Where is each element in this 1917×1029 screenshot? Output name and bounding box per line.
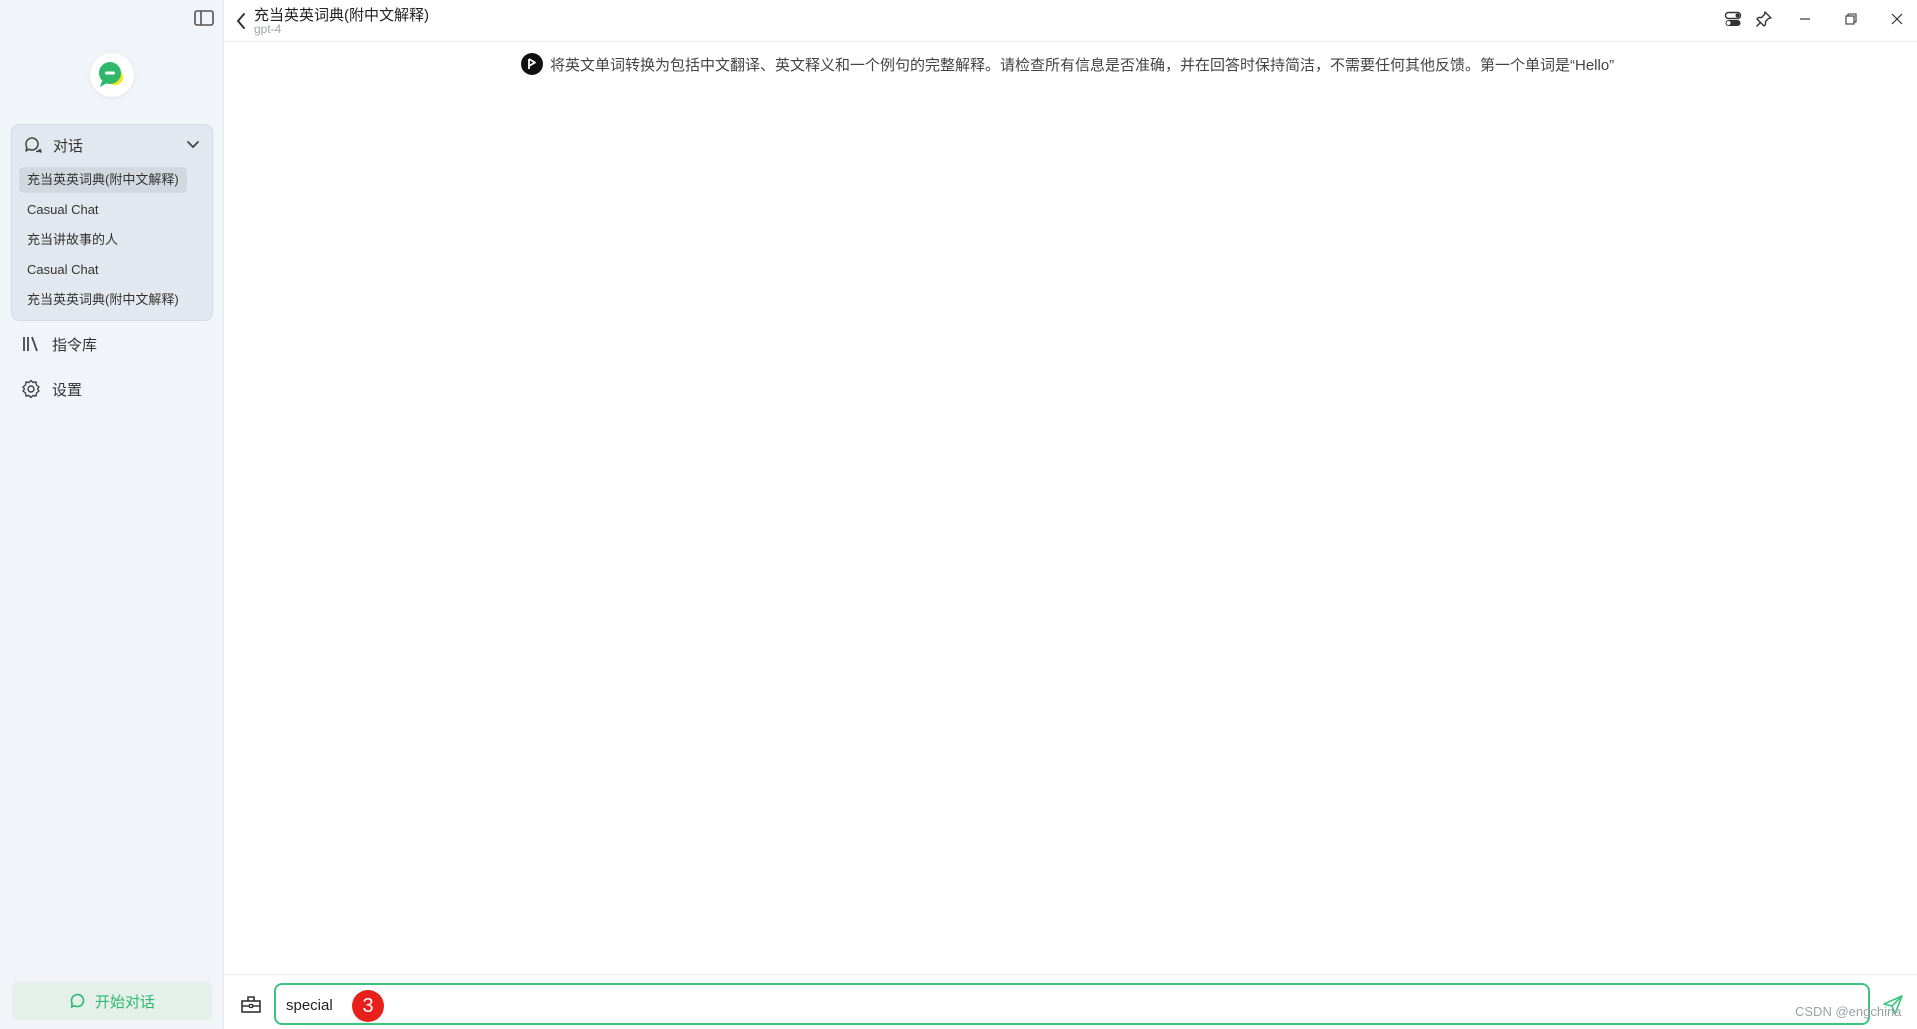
pin-button[interactable] [1751, 8, 1777, 30]
conversation-item[interactable]: Casual Chat [19, 197, 107, 223]
conversation-list: 充当英英词典(附中文解释) Casual Chat 充当讲故事的人 Casual… [12, 167, 212, 317]
annotation-badge: 3 [352, 990, 384, 1022]
sidebar-toggle-icon [194, 10, 214, 26]
toolbox-button[interactable] [239, 992, 263, 1016]
sidebar-item-prompt-library[interactable]: 指令库 [20, 330, 97, 358]
close-button[interactable] [1884, 8, 1910, 30]
chat-bubbles-icon [22, 134, 44, 156]
restore-icon [1845, 13, 1857, 25]
chevron-left-icon [237, 13, 245, 29]
toolbox-icon [241, 996, 261, 1013]
conversations-panel: 对话 充当英英词典(附中文解释) Casual Chat 充当讲故事的人 Cas… [11, 124, 213, 321]
theme-toggle-button[interactable] [1720, 8, 1746, 30]
minimize-button[interactable] [1792, 8, 1818, 30]
sidebar-toggle-button[interactable] [193, 8, 215, 28]
system-prompt-text: 将英文单词转换为包括中文翻译、英文释义和一个例句的完整解释。请检查所有信息是否准… [550, 56, 1615, 74]
prompt-library-label: 指令库 [52, 336, 98, 354]
conversations-label: 对话 [53, 137, 84, 155]
minimize-icon [1800, 18, 1810, 20]
message-input-box[interactable] [274, 983, 1870, 1025]
input-divider [224, 974, 1917, 975]
conversation-item[interactable]: Casual Chat [19, 257, 107, 283]
gear-icon [20, 378, 42, 400]
restore-button[interactable] [1838, 8, 1864, 30]
prompt-avatar-icon [521, 53, 543, 75]
start-chat-button[interactable]: 开始对话 [12, 982, 212, 1020]
conversations-header[interactable]: 对话 [12, 125, 212, 165]
library-books-icon [20, 333, 42, 355]
header-divider [224, 41, 1917, 42]
toggle-switch-icon [1724, 11, 1742, 26]
app-logo [90, 53, 134, 97]
sidebar-item-settings[interactable]: 设置 [20, 375, 82, 403]
conversation-item[interactable]: 充当英英词典(附中文解释) [19, 287, 187, 313]
conversation-item[interactable]: 充当英英词典(附中文解释) [19, 167, 187, 193]
pin-icon [1756, 11, 1772, 27]
chevron-down-icon[interactable] [184, 136, 202, 154]
sidebar: 对话 充当英英词典(附中文解释) Casual Chat 充当讲故事的人 Cas… [0, 0, 224, 1029]
watermark: CSDN @engchina [1795, 1004, 1902, 1019]
chat-bubble-logo-icon [99, 62, 123, 87]
model-name: gpt-4 [254, 22, 282, 36]
start-chat-label: 开始对话 [94, 993, 155, 1011]
message-input[interactable] [284, 991, 1848, 1019]
close-icon [1891, 13, 1903, 25]
system-prompt: 将英文单词转换为包括中文翻译、英文释义和一个例句的完整解释。请检查所有信息是否准… [521, 52, 1614, 76]
conversation-item[interactable]: 充当讲故事的人 [19, 227, 126, 253]
settings-label: 设置 [52, 381, 83, 399]
chat-bubble-icon [69, 992, 87, 1010]
back-button[interactable] [232, 10, 250, 32]
